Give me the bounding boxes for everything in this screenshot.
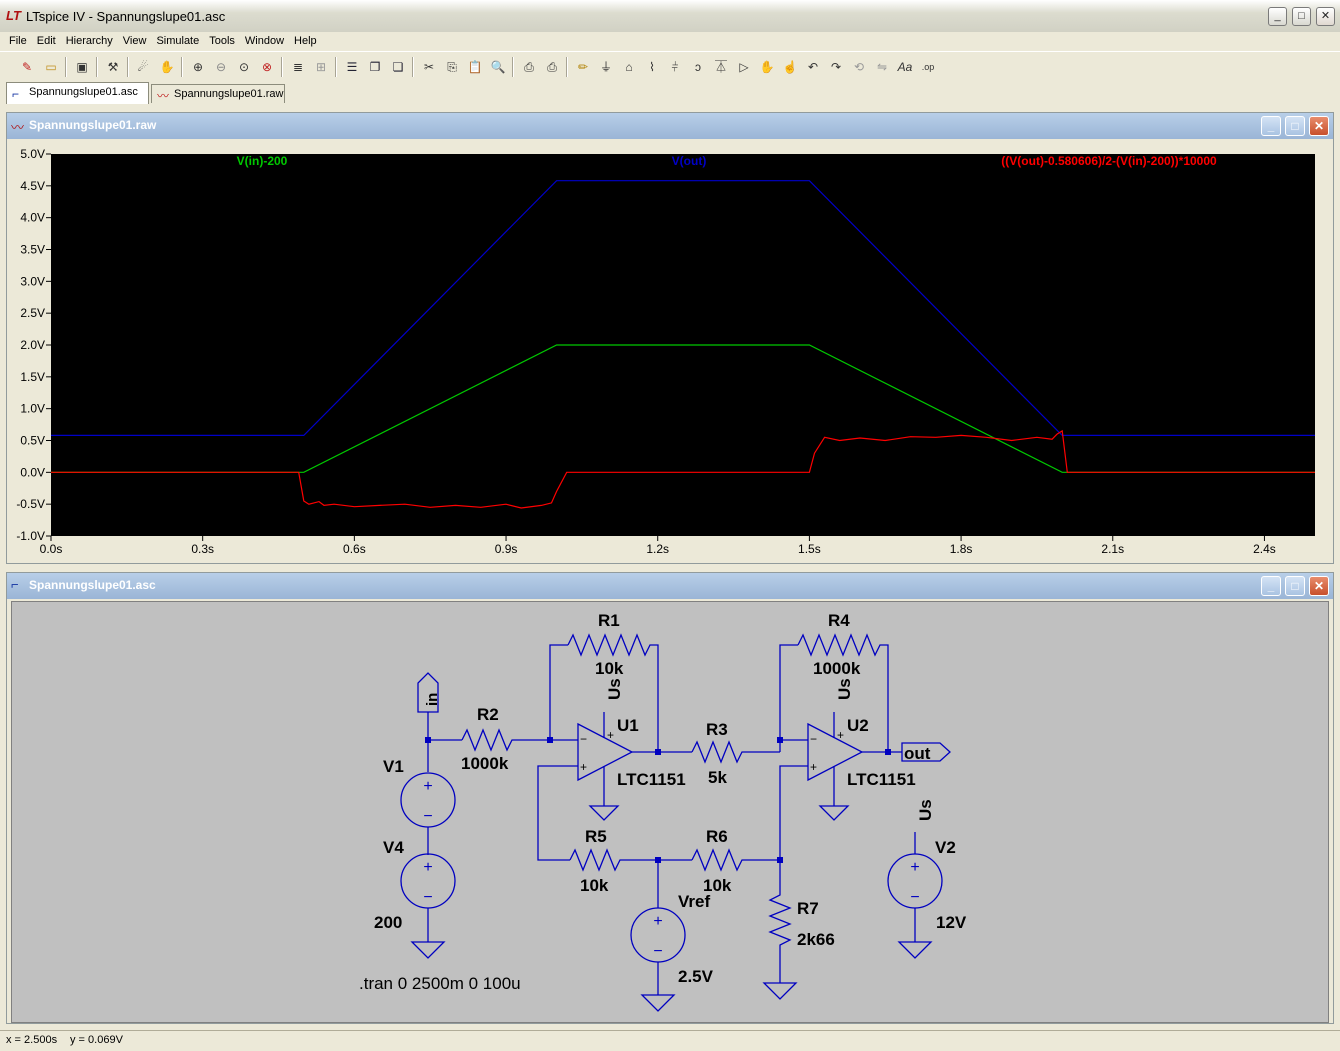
schematic-icon: ⌐ (11, 577, 19, 592)
maximize-button[interactable]: □ (1285, 576, 1305, 596)
x-tick-label: 1.8s (950, 542, 973, 556)
status-bar: x = 2.500s y = 0.069V (0, 1030, 1340, 1051)
y-tick-label: -0.5V (16, 497, 45, 511)
cursor-y-readout: y = 0.069V (70, 1034, 123, 1046)
close-button[interactable]: ✕ (1309, 576, 1329, 596)
y-tick-label: 0.0V (20, 465, 45, 479)
schematic-canvas[interactable] (11, 601, 1329, 1023)
x-tick-label: 0.9s (495, 542, 518, 556)
x-tick-label: 2.4s (1253, 542, 1276, 556)
schematic-window[interactable]: ⌐ Spannungslupe01.asc _ □ ✕ (6, 572, 1334, 1024)
cursor-x-readout: x = 2.500s (6, 1034, 58, 1046)
schematic-window-title: Spannungslupe01.asc (29, 578, 156, 592)
x-tick-label: 0.3s (191, 542, 214, 556)
x-tick-label: 0.0s (40, 542, 63, 556)
x-tick-label: 0.6s (343, 542, 366, 556)
x-tick-label: 1.2s (646, 542, 669, 556)
y-tick-label: -1.0V (16, 529, 45, 543)
x-tick-label: 1.5s (798, 542, 821, 556)
x-tick-label: 2.1s (1101, 542, 1124, 556)
minimize-button[interactable]: _ (1261, 576, 1281, 596)
schematic-window-title-bar[interactable]: ⌐ Spannungslupe01.asc _ □ ✕ (7, 573, 1333, 599)
